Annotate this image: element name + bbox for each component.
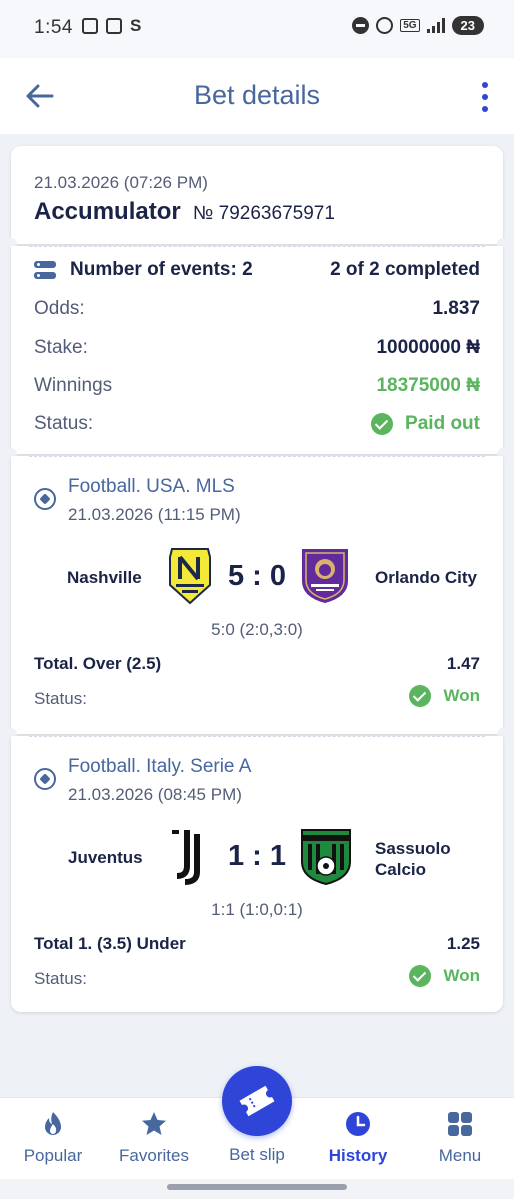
score-by-halves: 1:1 (1:0,0:1) — [211, 900, 303, 919]
system-indicators: 5G 23 — [352, 16, 484, 35]
app-bar: Bet details — [0, 58, 514, 134]
market-odd: 1.25 — [446, 934, 480, 953]
network-type-icon: 5G — [400, 19, 420, 32]
check-circle-icon — [371, 413, 394, 435]
status-label: Status: — [34, 413, 94, 434]
odds-value: 1.837 — [432, 298, 480, 319]
nav-menu-label: Menu — [438, 1146, 482, 1165]
event-status-label: Status: — [34, 689, 87, 708]
bet-type: Accumulator — [34, 198, 181, 225]
status-badge: Paid out — [371, 413, 480, 435]
bet-summary-card: Number of events: 2 2 of 2 completed Odd… — [5, 246, 509, 460]
stake-value: 10000000 ₦ — [376, 337, 480, 358]
winnings-label: Winnings — [34, 375, 113, 396]
battery-icon: 23 — [451, 16, 484, 35]
events-count-label: Number of events: 2 — [70, 259, 253, 280]
away-team: Sassuolo Calcio — [375, 838, 451, 880]
bet-header-card: 21.03.2026 (07:26 PM) Accumulator № 7926… — [5, 146, 509, 250]
nav-bet-slip-label[interactable]: Bet slip — [206, 1145, 308, 1165]
sassuolo-logo-icon — [301, 829, 351, 886]
nav-history[interactable]: History — [307, 1098, 409, 1180]
system-status-bar: 1:54 S 5G 23 — [0, 0, 514, 58]
bet-number: № 79263675971 — [193, 203, 335, 224]
market-name: Total. Over (2.5) — [34, 654, 162, 673]
clock-icon — [346, 1112, 370, 1136]
event-status-badge: Won — [409, 965, 480, 987]
do-not-disturb-icon — [352, 17, 370, 34]
gesture-handle[interactable] — [167, 1184, 347, 1190]
away-team: Orlando City — [375, 568, 478, 587]
event-card[interactable]: Football. Italy. Serie A 21.03.2026 (08:… — [11, 736, 503, 1012]
away-team-line-2: Calcio — [375, 860, 427, 879]
bet-slip-button[interactable] — [222, 1066, 292, 1136]
away-team-line-1: Sassuolo — [375, 839, 451, 858]
score-by-halves: 5:0 (2:0,3:0) — [211, 620, 303, 639]
event-status-value: Won — [443, 966, 480, 985]
football-icon — [34, 488, 56, 510]
check-circle-icon — [409, 685, 432, 707]
star-icon — [142, 1112, 166, 1135]
nav-favorites-label: Favorites — [119, 1146, 189, 1165]
signal-icon — [426, 18, 445, 33]
league-name: Football. USA. MLS — [68, 476, 235, 497]
notification-icons: S — [82, 16, 146, 35]
market-name: Total 1. (3.5) Under — [34, 934, 186, 953]
market-odd: 1.47 — [446, 654, 480, 673]
orlando-city-logo-icon — [302, 549, 348, 603]
screen-record-icon — [82, 18, 98, 34]
nav-history-label: History — [328, 1146, 388, 1165]
more-options-button[interactable] — [478, 82, 492, 112]
check-circle-icon — [409, 965, 432, 987]
page-title: Bet details — [193, 80, 321, 110]
nav-menu[interactable]: Menu — [409, 1098, 511, 1180]
event-card[interactable]: Football. USA. MLS 21.03.2026 (11:15 PM)… — [5, 456, 509, 740]
clock: 1:54 — [34, 17, 73, 38]
event-status-badge: Won — [409, 685, 480, 707]
stake-label: Stake: — [34, 337, 88, 358]
events-row: Number of events: 2 2 of 2 completed — [34, 257, 480, 283]
odds-label: Odds: — [34, 298, 85, 319]
winnings-value: 18375000 ₦ — [376, 375, 480, 396]
events-list-icon — [34, 261, 56, 279]
event-datetime: 21.03.2026 (08:45 PM) — [68, 785, 242, 804]
event-status-label: Status: — [34, 969, 87, 988]
odds-row: Odds: 1.837 — [34, 296, 480, 322]
status-row: Status: Paid out — [34, 411, 480, 437]
scan-icon — [106, 18, 122, 34]
status-value: Paid out — [405, 413, 480, 434]
hotspot-icon — [376, 17, 394, 34]
bet-datetime: 21.03.2026 (07:26 PM) — [34, 173, 208, 192]
event-datetime: 21.03.2026 (11:15 PM) — [68, 505, 241, 524]
league-name: Football. Italy. Serie A — [68, 756, 252, 777]
nav-popular-label: Popular — [23, 1146, 83, 1165]
app-s-icon: S — [130, 16, 142, 35]
ticket-icon — [239, 1085, 275, 1117]
winnings-row: Winnings 18375000 ₦ — [34, 373, 480, 399]
event-status-value: Won — [443, 686, 480, 705]
grid-icon — [448, 1112, 472, 1136]
events-completed: 2 of 2 completed — [330, 259, 480, 280]
football-icon — [34, 768, 56, 790]
stake-row: Stake: 10000000 ₦ — [34, 335, 480, 361]
nav-favorites[interactable]: Favorites — [103, 1098, 205, 1180]
nav-popular[interactable]: Popular — [2, 1098, 104, 1180]
flame-icon — [45, 1112, 61, 1135]
